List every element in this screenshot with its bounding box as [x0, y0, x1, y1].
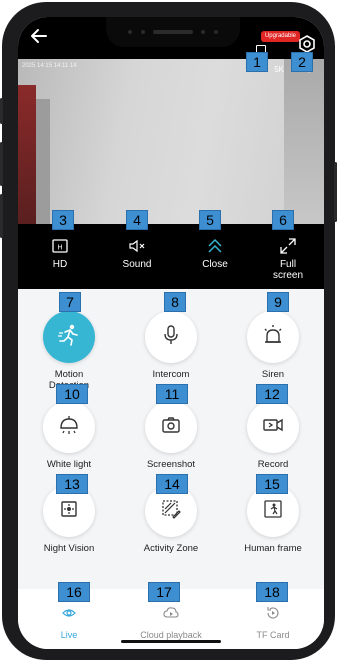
human-frame-icon: [261, 497, 285, 526]
volume-up-button: [0, 142, 3, 186]
annotation-badge: 11: [156, 384, 188, 404]
siren-button[interactable]: [247, 311, 299, 363]
intercom-tile[interactable]: Intercom: [120, 311, 222, 380]
record-label: Record: [257, 459, 289, 470]
siren-icon: [261, 323, 285, 352]
screenshot-tile[interactable]: Screenshot: [120, 401, 222, 470]
annotation-badge: 1: [246, 52, 268, 72]
notch: [106, 17, 240, 47]
screenshot-button[interactable]: [145, 401, 197, 453]
camera-icon: [159, 413, 183, 442]
activity-zone-tile[interactable]: Activity Zone: [120, 485, 222, 554]
hd-button[interactable]: H HD: [30, 224, 90, 289]
annotation-badge: 12: [256, 384, 288, 404]
siren-tile[interactable]: Siren: [222, 311, 324, 380]
tf-card-playback-icon: [265, 605, 281, 621]
annotation-badge: 2: [291, 52, 313, 72]
hd-label: HD: [52, 259, 68, 270]
video-controls: H HD Sound Close Full screen: [18, 224, 324, 289]
night-vision-label: Night Vision: [43, 543, 95, 554]
intercom-label: Intercom: [152, 369, 190, 380]
annotation-badge: 15: [256, 474, 288, 494]
live-video-feed[interactable]: 2025 14:15 14:11 14 5K: [18, 59, 324, 224]
annotation-badge: 13: [56, 474, 88, 494]
volume-down-button: [0, 194, 3, 238]
annotation-badge: 18: [256, 582, 288, 602]
fullscreen-button[interactable]: Full screen: [258, 224, 318, 289]
night-vision-icon: [57, 497, 81, 526]
human-frame-label: Human frame: [244, 543, 302, 554]
annotation-badge: 9: [267, 292, 289, 312]
eye-icon: [61, 605, 77, 621]
fullscreen-icon: [278, 236, 298, 256]
siren-label: Siren: [261, 369, 285, 380]
microphone-icon: [159, 323, 183, 352]
back-arrow-icon[interactable]: [28, 25, 52, 49]
fullscreen-label: Full screen: [272, 259, 303, 281]
function-grid: Motion Detection Intercom Siren: [18, 289, 324, 589]
close-controls-button[interactable]: Close: [185, 224, 245, 289]
annotation-badge: 14: [156, 474, 188, 494]
record-tile[interactable]: Record: [222, 401, 324, 470]
tab-tf-card-label: TF Card: [256, 630, 290, 640]
annotation-badge: 6: [272, 210, 294, 230]
sound-muted-icon: [127, 236, 147, 256]
video-record-icon: [261, 413, 285, 442]
upgrade-badge[interactable]: Upgradable: [260, 31, 300, 42]
motion-detection-button[interactable]: [43, 311, 95, 363]
video-scene-curtain: [18, 85, 36, 224]
phone-frame: Upgradable 2025 14:15 14:11 14 5K H HD S…: [0, 2, 337, 660]
night-vision-tile[interactable]: Night Vision: [18, 485, 120, 554]
video-timestamp: 2025 14:15 14:11 14: [22, 63, 77, 69]
record-button[interactable]: [247, 401, 299, 453]
white-light-label: White light: [46, 459, 92, 470]
white-light-button[interactable]: [43, 401, 95, 453]
annotation-badge: 3: [52, 210, 74, 230]
human-frame-tile[interactable]: Human frame: [222, 485, 324, 554]
tab-live-label: Live: [60, 630, 78, 640]
hd-icon: H: [50, 236, 70, 256]
lamp-icon: [57, 413, 81, 442]
screen: Upgradable 2025 14:15 14:11 14 5K H HD S…: [18, 17, 324, 649]
white-light-tile[interactable]: White light: [18, 401, 120, 470]
sound-label: Sound: [122, 259, 152, 270]
activity-zone-label: Activity Zone: [143, 543, 199, 554]
screenshot-label: Screenshot: [146, 459, 196, 470]
annotation-badge: 4: [126, 210, 148, 230]
annotation-badge: 8: [164, 292, 186, 312]
sound-button[interactable]: Sound: [107, 224, 167, 289]
top-bar: Upgradable: [18, 17, 324, 59]
chevron-up-double-icon: [205, 236, 225, 256]
motion-detection-tile[interactable]: Motion Detection: [18, 311, 120, 391]
motion-run-icon: [56, 322, 82, 353]
svg-text:H: H: [57, 245, 62, 252]
annotation-badge: 16: [58, 582, 90, 602]
annotation-badge: 7: [59, 292, 81, 312]
activity-zone-icon: [159, 497, 183, 526]
annotation-badge: 17: [148, 582, 180, 602]
close-label: Close: [202, 259, 228, 270]
intercom-button[interactable]: [145, 311, 197, 363]
bitrate-label: 5K: [274, 65, 284, 74]
annotation-badge: 5: [199, 210, 221, 230]
home-indicator: [121, 640, 221, 643]
annotation-badge: 10: [56, 384, 88, 404]
gear-icon[interactable]: [298, 35, 316, 53]
cloud-playback-icon: [163, 605, 179, 621]
mute-switch: [0, 98, 3, 124]
tab-cloud-playback-label: Cloud playback: [140, 630, 202, 640]
